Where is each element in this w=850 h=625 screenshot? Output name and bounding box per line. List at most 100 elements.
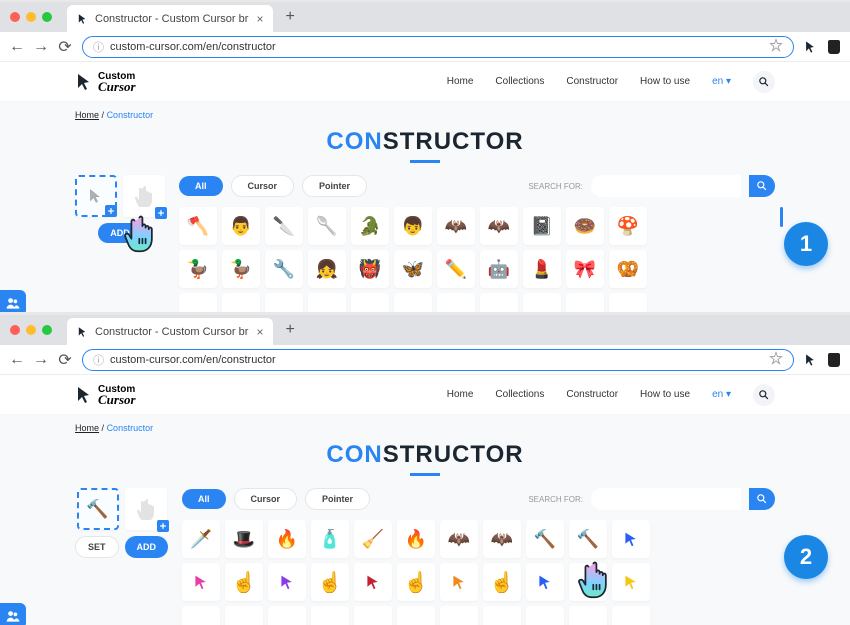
cursor-item[interactable]: ☝ (225, 563, 263, 601)
add-button[interactable]: ADD (98, 223, 142, 243)
cursor-item[interactable]: 🦇 (483, 520, 521, 558)
filter-all[interactable]: All (182, 489, 226, 509)
cursor-item[interactable] (354, 606, 392, 625)
cursor-item[interactable]: 🔥 (397, 520, 435, 558)
cursor-item[interactable] (440, 563, 478, 601)
address-bar[interactable]: ⓘ custom-cursor.com/en/constructor (82, 36, 794, 58)
filter-cursor[interactable]: Cursor (231, 175, 295, 197)
back-button[interactable]: ← (10, 353, 24, 367)
cursor-item[interactable] (526, 563, 564, 601)
nav-constructor[interactable]: Constructor (566, 389, 618, 400)
browser-tab[interactable]: Constructor - Custom Cursor br × (67, 318, 273, 345)
close-window-icon[interactable] (10, 325, 20, 335)
back-button[interactable]: ← (10, 40, 24, 54)
cursor-item[interactable]: 🦇 (480, 207, 518, 245)
search-input[interactable] (591, 175, 741, 197)
filter-pointer[interactable]: Pointer (305, 488, 370, 510)
cursor-item[interactable] (523, 293, 561, 312)
cursor-item[interactable] (268, 606, 306, 625)
pointer-slot[interactable] (123, 175, 165, 217)
cursor-item[interactable]: 🪓 (179, 207, 217, 245)
cursor-item[interactable] (612, 606, 650, 625)
browser-tab[interactable]: Constructor - Custom Cursor br × (67, 5, 273, 32)
maximize-window-icon[interactable] (42, 12, 52, 22)
cursor-item[interactable]: 🦇 (437, 207, 475, 245)
extension-cursor-icon[interactable] (804, 353, 818, 367)
nav-lang[interactable]: en ▾ (712, 389, 731, 400)
cursor-item[interactable]: 👨 (222, 207, 260, 245)
reload-button[interactable]: ⟳ (58, 353, 72, 367)
cursor-item[interactable]: 🥄 (308, 207, 346, 245)
nav-home[interactable]: Home (447, 76, 474, 87)
site-info-icon[interactable]: ⓘ (93, 352, 104, 368)
cursor-item[interactable]: 🥨 (609, 250, 647, 288)
cursor-slot[interactable]: 🔨 (77, 488, 119, 530)
extension-icon[interactable] (828, 40, 840, 54)
search-button[interactable] (749, 175, 775, 197)
nav-howto[interactable]: How to use (640, 389, 690, 400)
cursor-item[interactable] (480, 293, 518, 312)
site-logo[interactable]: Custom Cursor (75, 385, 136, 405)
site-logo[interactable]: Custom Cursor (75, 72, 136, 92)
cursor-item[interactable] (182, 606, 220, 625)
cursor-item[interactable]: 🗡️ (182, 520, 220, 558)
set-button[interactable]: SET (75, 536, 119, 558)
tab-close-icon[interactable]: × (248, 12, 263, 26)
cursor-item[interactable]: 🤖 (480, 250, 518, 288)
cursor-item[interactable]: 🎀 (566, 250, 604, 288)
nav-howto[interactable]: How to use (640, 76, 690, 87)
cursor-item[interactable]: ✏️ (437, 250, 475, 288)
forward-button[interactable]: → (34, 353, 48, 367)
site-info-icon[interactable]: ⓘ (93, 39, 104, 55)
cursor-item[interactable] (566, 293, 604, 312)
cursor-item[interactable]: 🔨 (569, 520, 607, 558)
filter-pointer[interactable]: Pointer (302, 175, 367, 197)
cursor-item[interactable] (609, 293, 647, 312)
cursor-item[interactable]: 📓 (523, 207, 561, 245)
cursor-item[interactable] (311, 606, 349, 625)
filter-all[interactable]: All (179, 176, 223, 196)
new-tab-button[interactable]: + (285, 321, 294, 339)
cursor-item[interactable]: 🦆 (222, 250, 260, 288)
close-window-icon[interactable] (10, 12, 20, 22)
cursor-item[interactable]: ☝ (483, 563, 521, 601)
slot-add-icon[interactable] (155, 207, 167, 219)
cursor-item[interactable] (394, 293, 432, 312)
nav-lang[interactable]: en ▾ (712, 76, 731, 87)
cursor-item[interactable]: 🎩 (225, 520, 263, 558)
forward-button[interactable]: → (34, 40, 48, 54)
nav-collections[interactable]: Collections (495, 389, 544, 400)
cursor-item[interactable]: ☝ (397, 563, 435, 601)
cursor-item[interactable] (182, 563, 220, 601)
feedback-fab[interactable] (0, 603, 26, 625)
cursor-item[interactable] (268, 563, 306, 601)
cursor-item[interactable]: 🧹 (354, 520, 392, 558)
cursor-item[interactable]: 🍄 (609, 207, 647, 245)
nav-search-button[interactable] (753, 384, 775, 406)
cursor-item[interactable] (308, 293, 346, 312)
search-input[interactable] (591, 488, 741, 510)
maximize-window-icon[interactable] (42, 325, 52, 335)
slot-add-icon[interactable] (157, 520, 169, 532)
cursor-item[interactable] (397, 606, 435, 625)
new-tab-button[interactable]: + (285, 8, 294, 26)
address-bar[interactable]: ⓘ custom-cursor.com/en/constructor (82, 349, 794, 371)
cursor-item[interactable]: ☝ (569, 563, 607, 601)
cursor-item[interactable] (179, 293, 217, 312)
tab-close-icon[interactable]: × (248, 325, 263, 339)
bookmark-star-icon[interactable] (769, 351, 783, 368)
cursor-item[interactable]: 💄 (523, 250, 561, 288)
extension-icon[interactable] (828, 353, 840, 367)
search-button[interactable] (749, 488, 775, 510)
cursor-item[interactable]: 🦋 (394, 250, 432, 288)
cursor-slot[interactable] (75, 175, 117, 217)
pointer-slot[interactable] (125, 488, 167, 530)
cursor-item[interactable] (483, 606, 521, 625)
breadcrumb-home[interactable]: Home (75, 110, 99, 120)
cursor-item[interactable]: 🍩 (566, 207, 604, 245)
cursor-item[interactable]: 🦆 (179, 250, 217, 288)
cursor-item[interactable] (526, 606, 564, 625)
cursor-item[interactable] (440, 606, 478, 625)
cursor-item[interactable]: 👹 (351, 250, 389, 288)
cursor-item[interactable]: 🔨 (526, 520, 564, 558)
